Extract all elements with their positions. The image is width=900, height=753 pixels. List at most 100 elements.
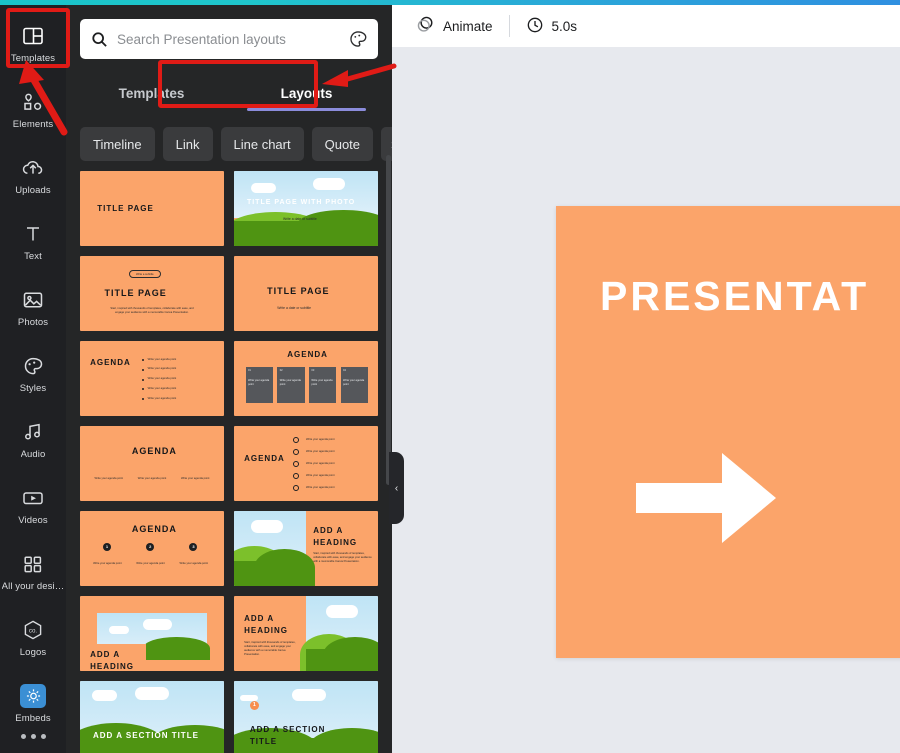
sidebar-label-photos: Photos bbox=[17, 317, 49, 328]
layout-thumb-section-title-numbered[interactable]: 1 ADD A SECTION TITLE bbox=[234, 681, 378, 753]
sidebar-item-embeds[interactable]: Embeds bbox=[0, 671, 66, 737]
chip-quote[interactable]: Quote bbox=[311, 127, 374, 161]
agenda-card-text: Write your agenda point bbox=[343, 379, 365, 387]
layout-thumb-title-page-plain[interactable]: TITLE PAGE bbox=[80, 171, 224, 247]
toolbar-divider bbox=[508, 15, 510, 37]
sidebar-item-photos[interactable]: Photos bbox=[0, 275, 66, 341]
sidebar-label-uploads: Uploads bbox=[15, 185, 51, 196]
layout-thumb-agenda-bullets[interactable]: AGENDA Write your agenda point Write you… bbox=[80, 341, 224, 417]
timing-button[interactable]: 5.0s bbox=[516, 11, 588, 41]
agenda-card-text: Write your agenda point bbox=[279, 379, 301, 387]
layout-thumb-heading-photo-right[interactable]: ADD A HEADING Start, inspired with thous… bbox=[234, 596, 378, 672]
right-arrow-icon[interactable] bbox=[636, 443, 781, 553]
search-box[interactable] bbox=[80, 19, 378, 59]
thumb-point: Write your agenda point bbox=[306, 450, 335, 454]
cloud-icon bbox=[251, 183, 276, 193]
tab-layouts[interactable]: Layouts bbox=[229, 71, 384, 115]
thumb-column: Write your agenda point bbox=[179, 562, 208, 566]
chip-next-label: › bbox=[391, 136, 392, 152]
sidebar-item-templates[interactable]: Templates bbox=[0, 11, 66, 77]
layout-thumb-agenda-three-columns[interactable]: AGENDA Write your agenda point Write you… bbox=[80, 426, 224, 502]
animate-label: Animate bbox=[443, 18, 493, 34]
agenda-card-number: 04 bbox=[343, 369, 346, 373]
chip-quote-label: Quote bbox=[324, 136, 361, 152]
thumb-subtitle: Write a date or subtitle bbox=[282, 216, 317, 221]
editor-toolbar: Animate 5.0s bbox=[392, 5, 900, 47]
number-badge: 1 bbox=[103, 542, 112, 551]
sidebar-item-audio[interactable]: Audio bbox=[0, 407, 66, 473]
left-sidebar-rail: Templates Elements Uploads Text Photos S… bbox=[0, 5, 66, 753]
thumb-point: Write your agenda point bbox=[306, 438, 335, 442]
clock-icon bbox=[526, 16, 544, 37]
thumb-title: ADD A SECTION TITLE bbox=[249, 724, 326, 746]
chip-link-label: Link bbox=[175, 136, 200, 152]
slide-title-text[interactable]: PRESENTAT bbox=[600, 273, 869, 320]
timing-label: 5.0s bbox=[551, 18, 578, 34]
tab-templates[interactable]: Templates bbox=[74, 71, 229, 115]
chip-timeline[interactable]: Timeline bbox=[80, 127, 155, 161]
cloud-icon bbox=[108, 626, 129, 634]
sidebar-item-all-your-designs[interactable]: All your desi… bbox=[0, 539, 66, 605]
filter-chips-row: Timeline Link Line chart Quote › bbox=[66, 115, 392, 171]
canvas-workspace[interactable]: PRESENTAT bbox=[392, 47, 900, 753]
sidebar-item-elements[interactable]: Elements bbox=[0, 77, 66, 143]
sidebar-item-uploads[interactable]: Uploads bbox=[0, 143, 66, 209]
thumb-title: ADD A HEADING bbox=[244, 613, 288, 635]
slide-canvas[interactable]: PRESENTAT bbox=[556, 206, 900, 658]
animate-button[interactable]: Animate bbox=[406, 11, 503, 41]
sidebar-item-videos[interactable]: Videos bbox=[0, 473, 66, 539]
sidebar-label-logos: Logos bbox=[19, 647, 47, 658]
agenda-card: 02 Write your agenda point bbox=[277, 367, 305, 404]
chip-line-chart[interactable]: Line chart bbox=[220, 127, 304, 161]
layout-thumb-title-page-pill-body[interactable]: Write a subtitle TITLE PAGE Start, inspi… bbox=[80, 256, 224, 332]
hill-dark bbox=[297, 210, 378, 241]
text-icon bbox=[20, 222, 46, 246]
thumb-column: Write your agenda point bbox=[136, 562, 165, 566]
svg-text:co.: co. bbox=[29, 627, 38, 634]
search-input[interactable] bbox=[117, 31, 340, 47]
sidebar-item-styles[interactable]: Styles bbox=[0, 341, 66, 407]
hill-dark bbox=[323, 636, 378, 672]
active-tab-underline bbox=[247, 108, 366, 111]
elements-icon bbox=[20, 90, 46, 114]
thumb-column: Write your agenda point bbox=[93, 562, 122, 566]
thumb-column: Write your agenda point bbox=[94, 477, 124, 481]
agenda-card: 04 Write your agenda point bbox=[340, 367, 368, 404]
dot-2 bbox=[30, 734, 36, 739]
sidebar-label-styles: Styles bbox=[19, 383, 47, 394]
thumb-point: Write your agenda point bbox=[147, 386, 177, 390]
sidebar-label-embeds: Embeds bbox=[15, 713, 51, 724]
chevron-left-icon: ‹ bbox=[394, 482, 399, 494]
layout-thumb-agenda-numbered-list[interactable]: AGENDA Write your agenda point Write you… bbox=[234, 426, 378, 502]
cloud-icon bbox=[251, 520, 283, 533]
thumb-title: AGENDA bbox=[131, 523, 177, 534]
sidebar-label-elements: Elements bbox=[12, 119, 54, 130]
layout-thumb-title-page-subtitle[interactable]: TITLE PAGE Write a date or subtitle bbox=[234, 256, 378, 332]
layout-thumb-heading-photo-top[interactable]: ADD A HEADING bbox=[80, 596, 224, 672]
audio-icon bbox=[20, 420, 46, 444]
thumb-title: AGENDA bbox=[244, 453, 285, 463]
agenda-card-text: Write your agenda point bbox=[311, 379, 333, 387]
logos-icon: co. bbox=[20, 618, 46, 642]
layout-thumb-agenda-cards[interactable]: AGENDA 01 Write your agenda point 02 Wri… bbox=[234, 341, 378, 417]
chip-link[interactable]: Link bbox=[162, 127, 213, 161]
panel-collapse-handle[interactable]: ‹ bbox=[389, 452, 404, 524]
sidebar-item-text[interactable]: Text bbox=[0, 209, 66, 275]
layout-thumb-title-page-with-photo[interactable]: TITLE PAGE WITH PHOTO Write a date or su… bbox=[234, 171, 378, 247]
chip-timeline-label: Timeline bbox=[93, 136, 142, 152]
styles-icon bbox=[20, 354, 46, 378]
agenda-card: 03 Write your agenda point bbox=[308, 367, 337, 404]
layout-thumb-section-title-centered[interactable]: ADD A SECTION TITLE bbox=[80, 681, 224, 753]
layout-thumb-agenda-three-numbered[interactable]: AGENDA 1 2 3 Write your agenda point Wri… bbox=[80, 511, 224, 587]
agenda-card-number: 02 bbox=[279, 369, 283, 373]
sidebar-item-logos[interactable]: co. Logos bbox=[0, 605, 66, 671]
palette-icon[interactable] bbox=[349, 30, 367, 48]
agenda-card-text: Write your agenda point bbox=[248, 379, 270, 387]
sidebar-label-audio: Audio bbox=[20, 449, 46, 460]
layout-thumb-heading-photo-left[interactable]: ADD A HEADING Start, inspired with thous… bbox=[234, 511, 378, 587]
sidebar-more-options-button[interactable] bbox=[0, 734, 66, 739]
panel-scrollbar[interactable] bbox=[386, 155, 391, 485]
thumb-point: Write your agenda point bbox=[306, 486, 335, 490]
search-section bbox=[66, 5, 392, 59]
sidebar-label-text: Text bbox=[24, 251, 42, 262]
